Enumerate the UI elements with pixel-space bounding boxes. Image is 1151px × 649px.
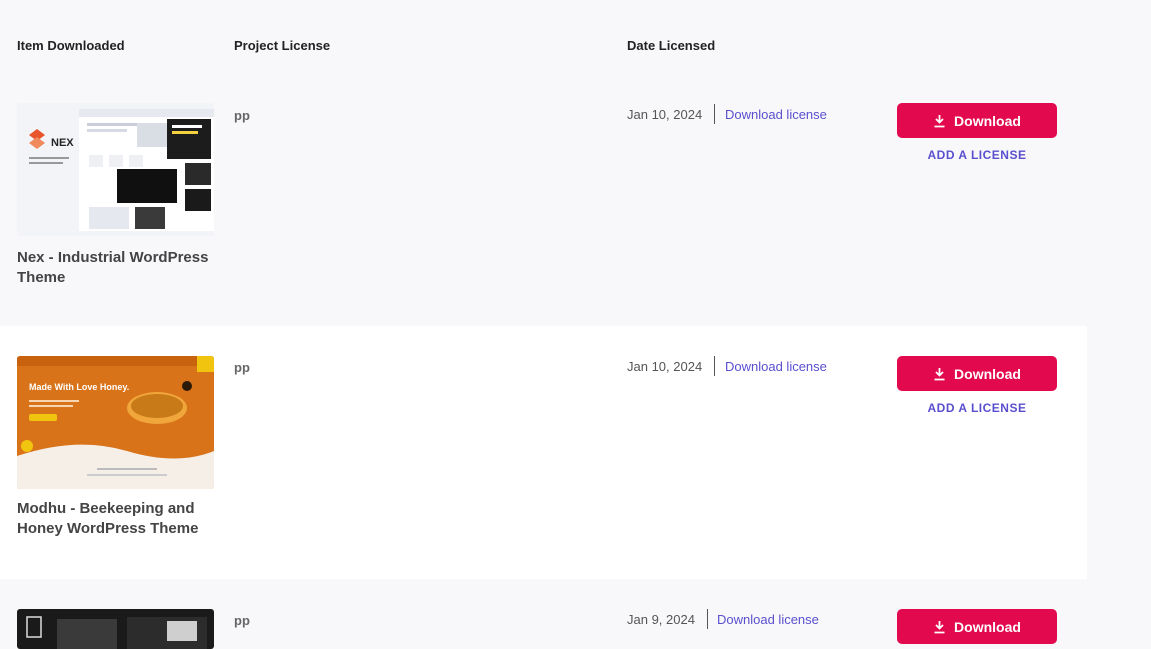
divider bbox=[714, 356, 715, 376]
add-license-button[interactable]: ADD A LICENSE bbox=[897, 148, 1057, 162]
item-title[interactable]: Nex - Industrial WordPress Theme bbox=[17, 248, 217, 288]
download-button[interactable]: Download bbox=[897, 609, 1057, 644]
column-header-project: Project License bbox=[234, 38, 331, 53]
item-thumbnail[interactable]: NEX bbox=[17, 103, 214, 236]
theme-preview bbox=[17, 609, 214, 649]
modhu-theme-preview: Made With Love Honey. bbox=[17, 356, 214, 489]
date-licensed: Jan 10, 2024 bbox=[627, 359, 703, 374]
date-licensed: Jan 9, 2024 bbox=[627, 612, 695, 627]
project-license-value: pp bbox=[234, 108, 250, 123]
download-button-label: Download bbox=[954, 365, 1021, 382]
download-button-label: Download bbox=[954, 618, 1021, 635]
thumb-headline: Made With Love Honey. bbox=[29, 382, 129, 392]
item-thumbnail[interactable]: Made With Love Honey. bbox=[17, 356, 214, 489]
project-license-value: pp bbox=[234, 360, 250, 375]
divider bbox=[707, 609, 708, 629]
download-button[interactable]: Download bbox=[897, 356, 1057, 391]
item-thumbnail[interactable] bbox=[17, 609, 214, 649]
nex-theme-preview: NEX bbox=[17, 103, 214, 236]
download-icon bbox=[934, 620, 945, 633]
project-license-value: pp bbox=[234, 613, 250, 628]
thumb-brand: NEX bbox=[51, 137, 74, 149]
divider bbox=[714, 104, 715, 124]
download-icon bbox=[934, 114, 945, 127]
download-button[interactable]: Download bbox=[897, 103, 1057, 138]
download-license-link[interactable]: Download license bbox=[725, 107, 827, 122]
download-license-link[interactable]: Download license bbox=[725, 359, 827, 374]
add-license-button[interactable]: ADD A LICENSE bbox=[897, 401, 1057, 415]
item-title[interactable]: Modhu - Beekeeping and Honey WordPress T… bbox=[17, 499, 217, 539]
column-header-item: Item Downloaded bbox=[17, 38, 125, 53]
column-header-date: Date Licensed bbox=[627, 38, 716, 53]
date-licensed: Jan 10, 2024 bbox=[627, 107, 703, 122]
table-row: NEX Nex - Industrial WordPress Theme pp … bbox=[0, 80, 1087, 333]
download-button-label: Download bbox=[954, 112, 1021, 129]
table-header: Item Downloaded Project License Date Lic… bbox=[0, 0, 1151, 80]
table-row: pp Jan 9, 2024 Download license Download bbox=[0, 579, 1087, 649]
table-row: Made With Love Honey. Modhu - Beekeeping… bbox=[0, 326, 1087, 579]
download-icon bbox=[934, 367, 945, 380]
download-license-link[interactable]: Download license bbox=[717, 612, 819, 627]
